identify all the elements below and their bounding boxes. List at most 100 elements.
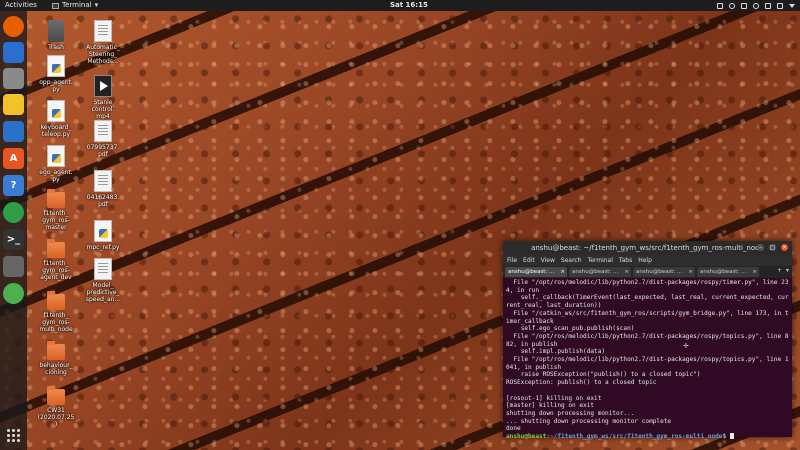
grid-dot [7, 439, 10, 442]
terminal-line: ROSException: publish() to a closed topi… [506, 379, 657, 387]
thunderbird-icon[interactable] [3, 42, 24, 63]
libreoffice-writer-icon[interactable] [3, 121, 24, 142]
trash-icon [48, 20, 64, 42]
terminal-tab[interactable]: anshu@beast: ... × [505, 267, 567, 277]
rhythmbox-icon[interactable] [3, 94, 24, 115]
menu-item-file[interactable]: File [507, 255, 517, 266]
folder-icon [47, 386, 65, 405]
files-glyph [3, 68, 24, 89]
chrome-glyph [3, 202, 24, 223]
prompt-path: :~/f1tenth_gym_ws/src/f1tenth_gym_ros-mu… [546, 433, 723, 441]
terminal-prompt[interactable]: anshu@beast:~/f1tenth_gym_ws/src/f1tenth… [506, 433, 789, 441]
chrome-icon[interactable] [3, 202, 24, 223]
terminal-menubar: File Edit View Search Terminal Tabs Help [503, 255, 792, 266]
desktop-icon[interactable]: Stanle control. mp4 [81, 75, 125, 120]
terminal-icon[interactable]: >_ [3, 229, 24, 250]
terminal-tab[interactable]: anshu@beast: ... × [633, 267, 695, 277]
text-cursor [729, 433, 734, 440]
screenshot-icon[interactable] [3, 256, 24, 277]
terminal-tab[interactable]: anshu@beast: ... × [697, 267, 759, 277]
menu-item-tabs[interactable]: Tabs [619, 255, 632, 266]
terminal-line: File "/catkin_ws/src/f1tenth_gym_ros/scr… [506, 309, 789, 325]
indicator-icon[interactable] [729, 2, 735, 9]
tab-close-icon[interactable]: × [624, 267, 629, 277]
minimize-icon[interactable]: – [757, 244, 764, 251]
grid-dot [7, 434, 10, 437]
indicator-icon[interactable] [717, 2, 723, 9]
tab-close-icon[interactable]: × [752, 267, 757, 277]
desktop-icon-label: Stanle control. mp4 [91, 99, 115, 120]
app-indicator-icon[interactable] [741, 2, 747, 9]
network-icon[interactable] [753, 2, 759, 9]
desktop-icon[interactable]: f1tenth_ gym_ros- agent_dev [34, 238, 78, 281]
menu-item-view[interactable]: View [541, 255, 555, 266]
desktop-icon-label: f1tenth_ gym_ros- master [42, 210, 70, 231]
maximize-icon[interactable]: □ [769, 244, 776, 251]
desktop-icon[interactable]: f1tenth_ gym_ros- master [34, 188, 78, 231]
terminal-line: File "/opt/ros/melodic/lib/python2.7/dis… [506, 356, 789, 371]
desktop-icon-label: f1tenth_ gym_ros- multi_node [39, 312, 73, 333]
tab-label: anshu@beast: ... [572, 269, 619, 275]
grid-dot [7, 429, 10, 432]
firefox-glyph [3, 16, 24, 37]
desktop-icon-label: Model_ predictive_ speed_an... [85, 282, 121, 303]
terminal-output[interactable]: File "/opt/ros/melodic/lib/python2.7/dis… [503, 278, 792, 442]
desktop-icon[interactable]: behaviour_ cloning [34, 340, 78, 376]
python-file-icon [47, 55, 65, 77]
python-file-icon [94, 220, 112, 242]
desktop-icon[interactable]: f1tenth_ gym_ros- multi_node [34, 290, 78, 333]
power-icon[interactable] [777, 2, 783, 9]
tab-label: anshu@beast: ... [700, 269, 747, 275]
tab-list-icon[interactable]: ▾ [786, 267, 789, 274]
folder-icon [47, 189, 65, 208]
window-title: anshu@beast: ~/f1tenth_gym_ws/src/f1tent… [531, 244, 764, 252]
new-tab-icon[interactable]: + [777, 267, 782, 274]
system-tray[interactable] [717, 0, 795, 11]
desktop-icon[interactable]: Model_ predictive_ speed_an... [81, 258, 125, 303]
files-icon[interactable] [3, 68, 24, 89]
desktop-icon-label: CW31 (2020.07.25 ) [37, 407, 75, 428]
menu-item-search[interactable]: Search [561, 255, 582, 266]
menu-item-terminal[interactable]: Terminal [588, 255, 613, 266]
terminal-line: self.impl.publish(data) [506, 348, 606, 356]
terminal-tab[interactable]: anshu@beast: ... × [569, 267, 631, 277]
desktop-icon-label: 04162483. pdf [86, 194, 120, 208]
desktop-icon[interactable]: Automatic_ Steering_ Methods... [81, 20, 125, 65]
terminal-titlebar[interactable]: anshu@beast: ~/f1tenth_gym_ws/src/f1tent… [503, 241, 792, 255]
desktop-icon[interactable]: opp_agent. py [34, 55, 78, 93]
desktop-icon[interactable]: mpc_ref.py [81, 220, 125, 251]
desktop-icon[interactable]: CW31 (2020.07.25 ) [34, 385, 78, 428]
clock[interactable]: Sat 16:15 [390, 0, 428, 11]
grid-dot [17, 434, 20, 437]
close-icon[interactable]: × [781, 244, 788, 251]
terminal-line: self._callback(TimerEvent(last_expected,… [506, 294, 789, 310]
help-icon[interactable]: ? [3, 175, 24, 196]
desktop-icon[interactable]: keyboard_ teleop.py [34, 100, 78, 138]
terminal-window[interactable]: anshu@beast: ~/f1tenth_gym_ws/src/f1tent… [503, 241, 792, 440]
document-icon [94, 20, 112, 42]
desktop-icon[interactable]: 04162483. pdf [81, 170, 125, 208]
prompt-user: anshu@beast [506, 433, 547, 441]
desktop-icon[interactable]: ego_agent. py [34, 145, 78, 183]
chevron-down-icon[interactable] [789, 3, 795, 8]
document-icon [94, 120, 112, 142]
menu-item-help[interactable]: Help [638, 255, 652, 266]
volume-icon[interactable] [765, 2, 771, 9]
tab-close-icon[interactable]: × [688, 267, 693, 277]
tab-label: anshu@beast: ... [636, 269, 683, 275]
menu-item-edit[interactable]: Edit [523, 255, 535, 266]
activities-button[interactable]: Activities [5, 0, 37, 11]
firefox-icon[interactable] [3, 16, 24, 37]
network-icon[interactable] [3, 283, 24, 304]
screenshot-glyph [3, 256, 24, 277]
desktop-icon[interactable]: 07995737. pdf [81, 120, 125, 158]
software-center-icon[interactable]: A [3, 148, 24, 169]
libreoffice-writer-glyph [3, 121, 24, 142]
grid-dot [12, 434, 15, 437]
desktop-icon[interactable]: Trash [34, 20, 78, 51]
tab-close-icon[interactable]: × [560, 267, 565, 277]
show-applications-icon[interactable] [7, 429, 20, 442]
terminal-glyph: >_ [6, 234, 21, 245]
terminal-line: [rosout-1] killing on exit [506, 394, 602, 402]
app-menu[interactable]: Terminal ▾ [52, 0, 98, 11]
